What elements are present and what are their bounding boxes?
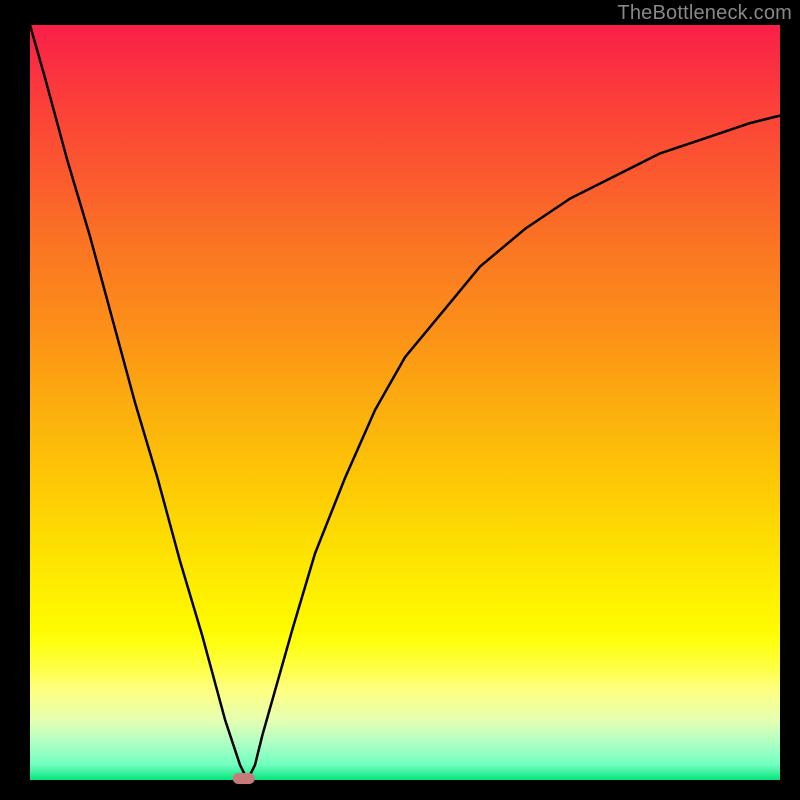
watermark-text: TheBottleneck.com — [617, 2, 792, 25]
bottleneck-chart — [0, 0, 800, 800]
chart-container: TheBottleneck.com — [0, 0, 800, 800]
plot-background — [30, 25, 780, 780]
optimal-marker — [233, 773, 255, 784]
